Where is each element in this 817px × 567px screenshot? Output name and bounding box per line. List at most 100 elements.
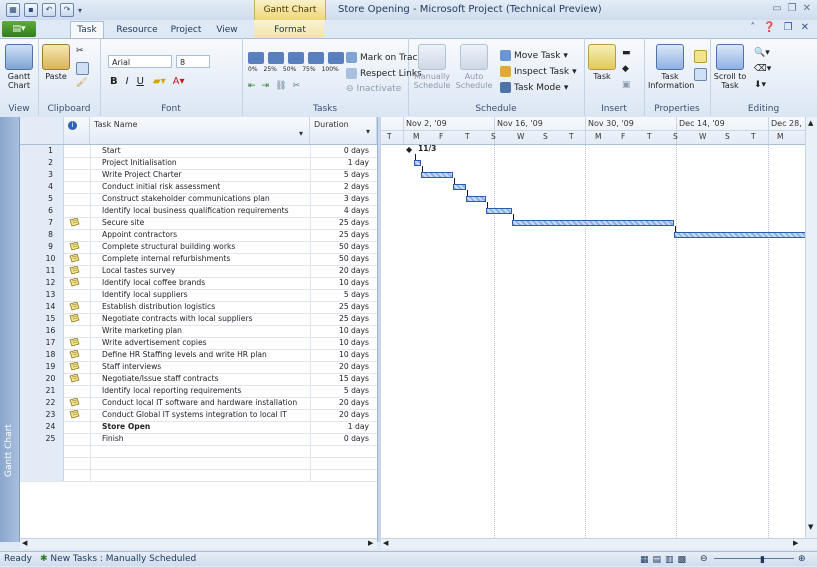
insert-deliverable-button[interactable]: ▣ <box>622 80 631 90</box>
task-name-cell[interactable]: Conduct local IT software and hardware i… <box>102 397 328 409</box>
task-bar[interactable] <box>420 172 453 178</box>
font-size-combo[interactable]: 8 <box>176 55 210 68</box>
task-name-cell[interactable]: Write Project Charter <box>102 169 328 181</box>
duration-cell[interactable]: 5 days <box>310 385 373 397</box>
table-scroll-right-icon[interactable]: ▶ <box>368 539 373 547</box>
empty-row[interactable] <box>20 469 377 482</box>
duration-cell[interactable]: 1 day <box>310 421 373 433</box>
task-name-cell[interactable]: Store Open <box>102 421 328 433</box>
highlight-color-icon[interactable]: ▰▾ <box>153 76 166 87</box>
duration-cell[interactable]: 20 days <box>310 265 373 277</box>
zoom-out-icon[interactable]: ⊖ <box>700 552 708 566</box>
row-id[interactable]: 18 <box>20 349 64 361</box>
file-tab[interactable]: ▤▾ <box>2 21 36 37</box>
select-all-corner[interactable] <box>20 117 64 144</box>
duration-cell[interactable]: 15 days <box>310 373 373 385</box>
task-name-cell[interactable]: Negotiate/Issue staff contracts <box>102 373 328 385</box>
tab-resource[interactable]: Resource <box>112 22 162 38</box>
note-icon[interactable] <box>69 338 80 347</box>
task-name-cell[interactable]: Local tastes survey <box>102 265 328 277</box>
row-id[interactable]: 22 <box>20 397 64 409</box>
task-name-header[interactable]: Task Name ▾ <box>90 117 310 144</box>
task-name-cell[interactable]: Complete internal refurbishments <box>102 253 328 265</box>
task-bar[interactable] <box>674 232 805 238</box>
task-name-cell[interactable]: Negotiate contracts with local suppliers <box>102 313 328 325</box>
note-icon[interactable] <box>69 374 80 383</box>
pct-0-button[interactable] <box>248 52 264 64</box>
auto-schedule-button[interactable]: Auto Schedule <box>454 44 494 90</box>
duration-cell[interactable]: 10 days <box>310 325 373 337</box>
duration-cell[interactable]: 10 days <box>310 277 373 289</box>
task-name-cell[interactable]: Secure site <box>102 217 328 229</box>
task-name-cell[interactable]: Establish distribution logistics <box>102 301 328 313</box>
row-id[interactable]: 10 <box>20 253 64 265</box>
notes-button[interactable] <box>694 50 707 63</box>
restore-icon[interactable]: ❐ <box>788 3 797 14</box>
duration-cell[interactable]: 20 days <box>310 361 373 373</box>
task-name-filter-icon[interactable]: ▾ <box>299 129 303 138</box>
task-name-cell[interactable]: Project Initialisation <box>102 157 328 169</box>
note-icon[interactable] <box>69 266 80 275</box>
table-horizontal-scrollbar[interactable]: ◀ ▶ <box>20 538 377 549</box>
task-bar[interactable] <box>453 184 466 190</box>
pct-50-button[interactable] <box>288 52 304 64</box>
duration-cell[interactable]: 0 days <box>310 145 373 157</box>
duration-cell[interactable]: 2 days <box>310 181 373 193</box>
zoom-slider[interactable] <box>714 558 794 559</box>
task-name-cell[interactable]: Identify local coffee brands <box>102 277 328 289</box>
new-tasks-mode[interactable]: ✱ New Tasks : Manually Scheduled <box>40 552 196 566</box>
duration-cell[interactable]: 50 days <box>310 253 373 265</box>
outdent-icon[interactable]: ⇤ <box>248 81 256 91</box>
tab-task[interactable]: Task <box>70 21 104 39</box>
underline-button[interactable]: U <box>137 76 144 87</box>
duration-cell[interactable]: 5 days <box>310 169 373 181</box>
row-id[interactable]: 5 <box>20 193 64 205</box>
task-name-cell[interactable]: Write advertisement copies <box>102 337 328 349</box>
italic-button[interactable]: I <box>126 76 129 87</box>
row-id-empty[interactable] <box>20 457 64 469</box>
task-bar[interactable] <box>466 196 486 202</box>
font-color-icon[interactable]: A▾ <box>173 76 185 87</box>
note-icon[interactable] <box>69 302 80 311</box>
duration-cell[interactable]: 20 days <box>310 409 373 421</box>
row-id[interactable]: 4 <box>20 181 64 193</box>
task-name-cell[interactable]: Conduct initial risk assessment <box>102 181 328 193</box>
gantt-chart-button[interactable]: Gantt Chart <box>3 44 35 90</box>
close-doc-icon[interactable]: ✕ <box>801 22 809 33</box>
note-icon[interactable] <box>69 398 80 407</box>
tab-view[interactable]: View <box>212 22 242 38</box>
row-id[interactable]: 13 <box>20 289 64 301</box>
row-id[interactable]: 6 <box>20 205 64 217</box>
duration-header[interactable]: Duration ▾ <box>310 117 377 144</box>
row-id[interactable]: 24 <box>20 421 64 433</box>
note-icon[interactable] <box>69 242 80 251</box>
task-name-cell[interactable]: Identify local suppliers <box>102 289 328 301</box>
row-id[interactable]: 14 <box>20 301 64 313</box>
task-name-cell[interactable]: Construct stakeholder communications pla… <box>102 193 328 205</box>
details-button[interactable] <box>694 68 707 81</box>
close-icon[interactable]: ✕ <box>803 3 811 14</box>
pct-75-button[interactable] <box>308 52 324 64</box>
pct-100-button[interactable] <box>328 52 344 64</box>
task-name-cell[interactable]: Complete structural building works <box>102 241 328 253</box>
row-id[interactable]: 23 <box>20 409 64 421</box>
task-name-cell[interactable]: Appoint contractors <box>102 229 328 241</box>
duration-cell[interactable] <box>310 445 373 457</box>
task-name-cell[interactable]: Conduct Global IT systems integration to… <box>102 409 328 421</box>
row-id[interactable]: 2 <box>20 157 64 169</box>
tab-project[interactable]: Project <box>168 22 204 38</box>
note-icon[interactable] <box>69 254 80 263</box>
task-information-button[interactable]: Task Information <box>648 44 694 90</box>
insert-task-button[interactable]: Task <box>588 44 616 81</box>
task-bar[interactable] <box>414 160 421 166</box>
unlink-tasks-icon[interactable]: ✂ <box>293 81 301 91</box>
task-name-cell[interactable]: Start <box>102 145 328 157</box>
fill-button[interactable]: ⬇▾ <box>754 80 766 90</box>
row-id[interactable]: 21 <box>20 385 64 397</box>
insert-milestone-button[interactable]: ◆ <box>622 64 629 74</box>
row-id[interactable]: 16 <box>20 325 64 337</box>
scroll-to-task-button[interactable]: Scroll to Task <box>712 44 748 90</box>
row-id[interactable]: 1 <box>20 145 64 157</box>
gantt-scroll-right-icon[interactable]: ▶ <box>793 539 798 547</box>
duration-cell[interactable]: 3 days <box>310 193 373 205</box>
